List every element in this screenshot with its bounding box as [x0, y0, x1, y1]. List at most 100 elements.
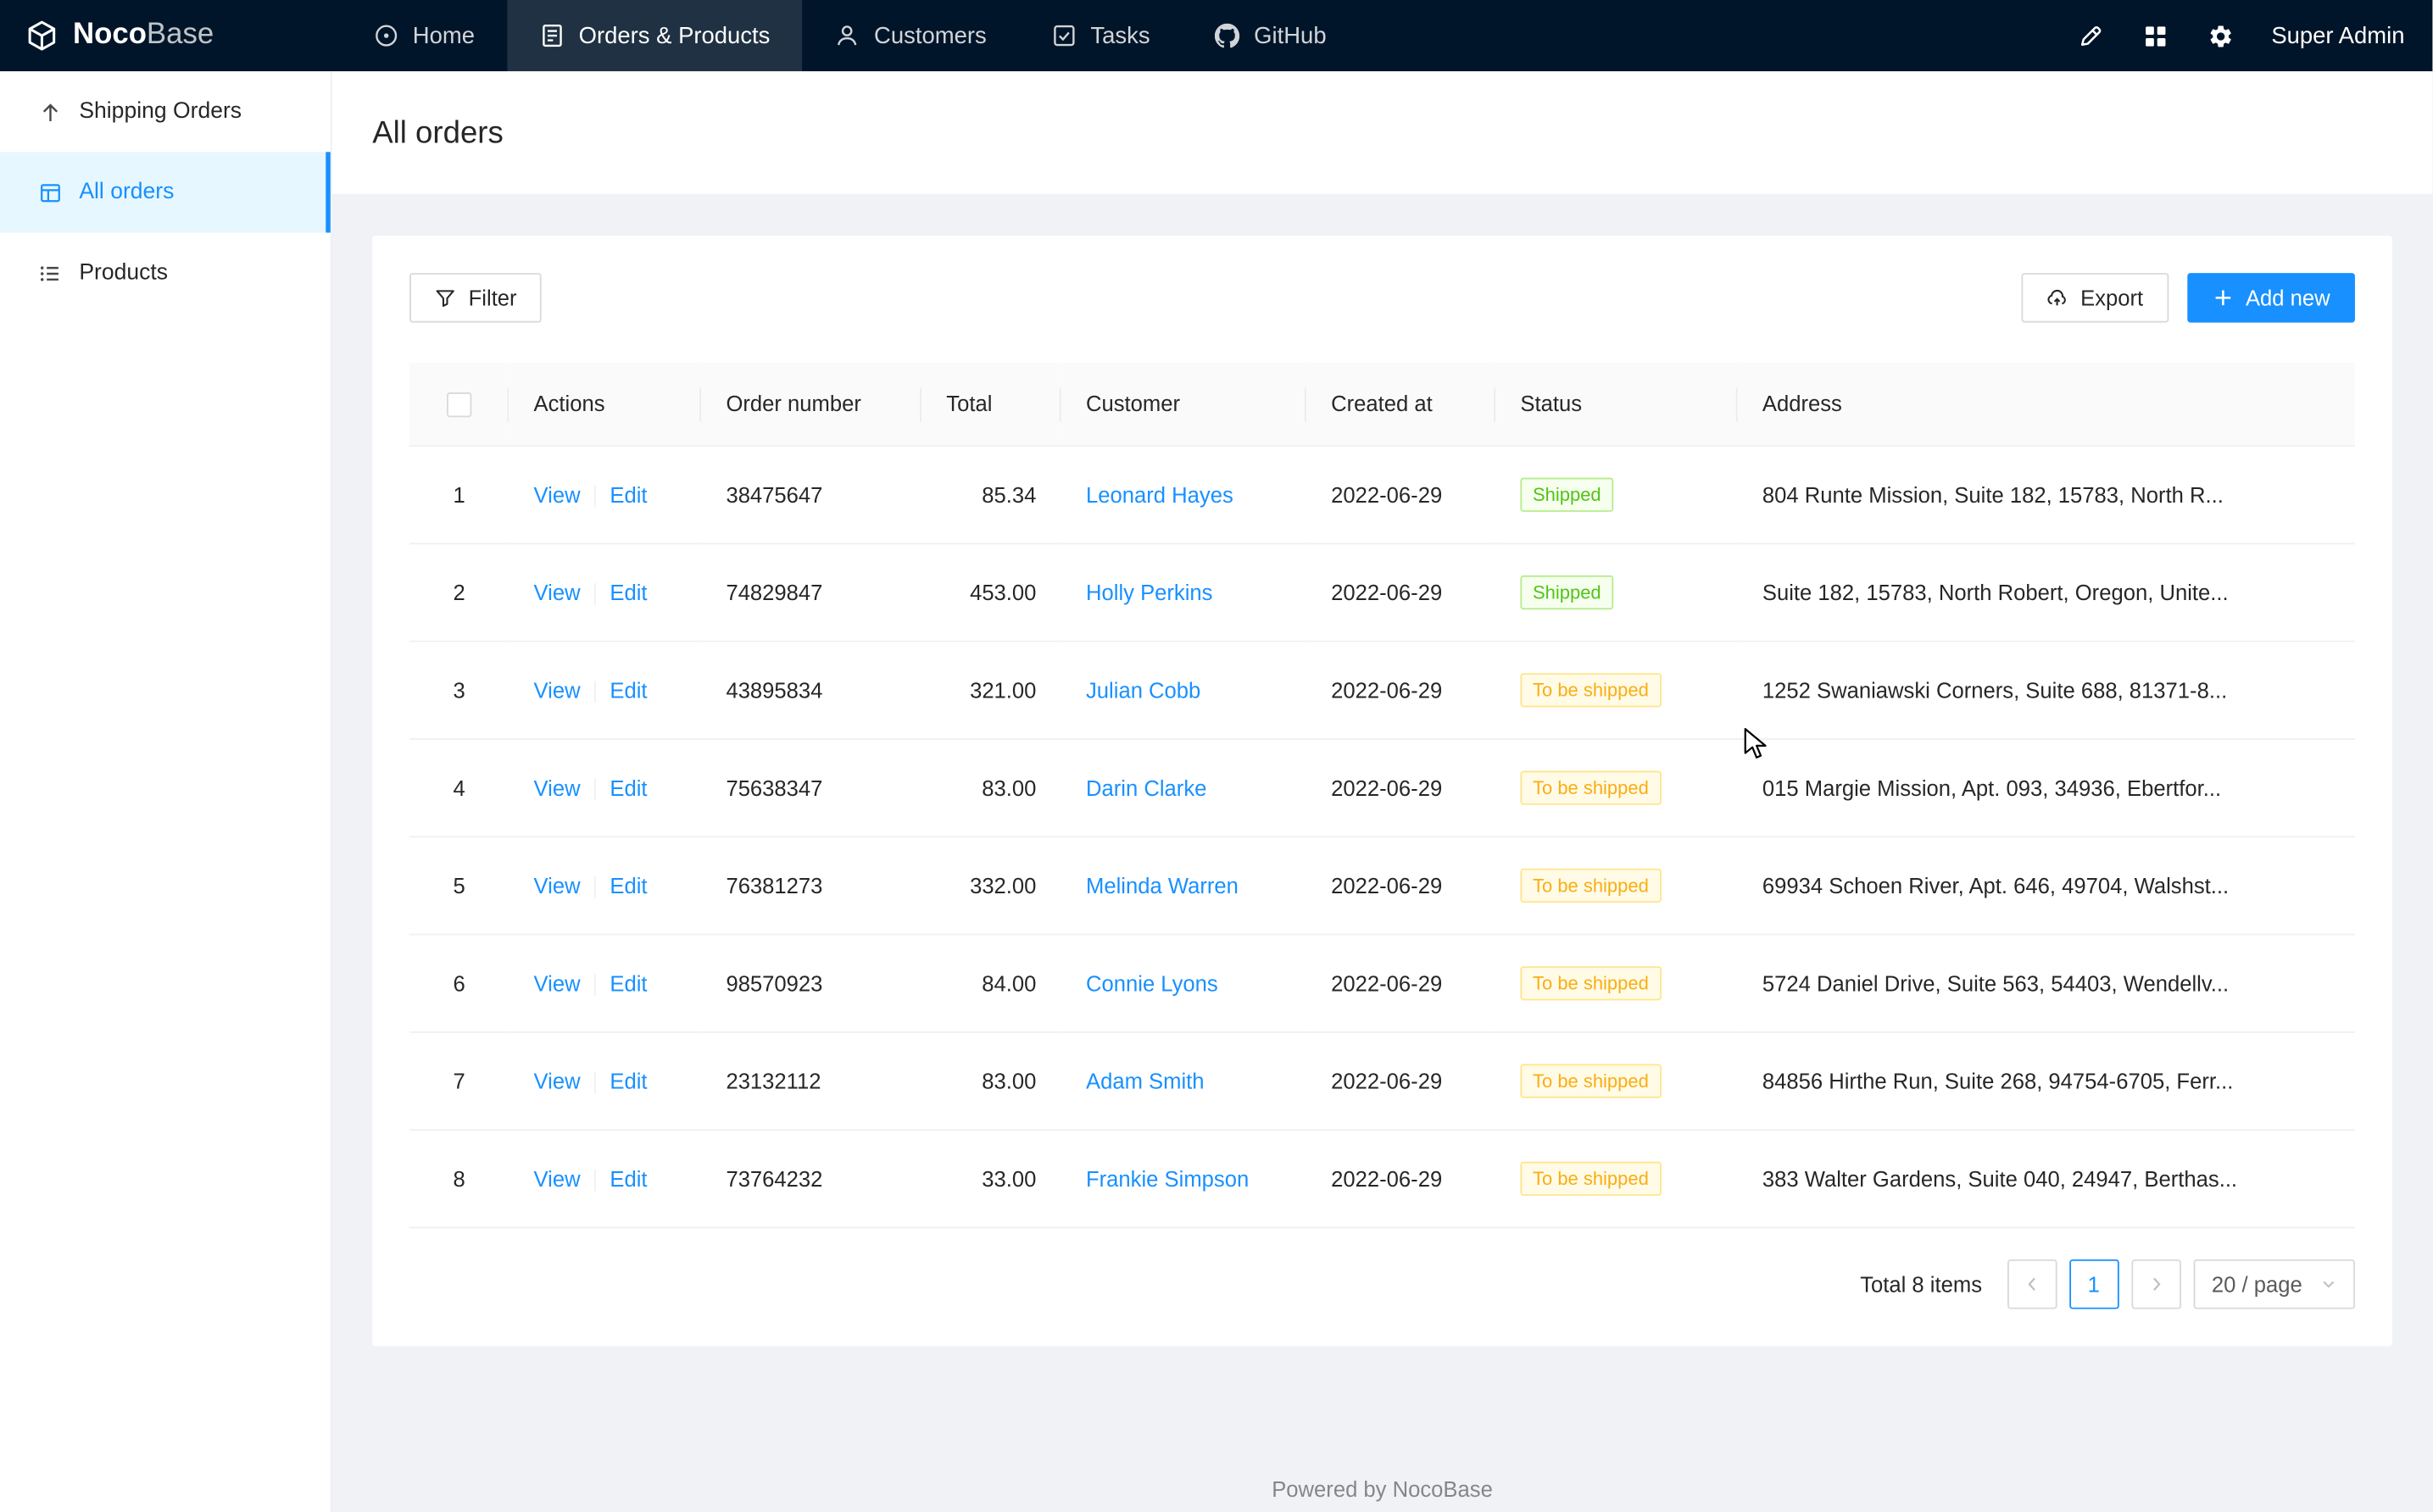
customer-link[interactable]: Holly Perkins: [1086, 580, 1213, 604]
column-header-actions: Actions: [509, 363, 701, 446]
edit-link[interactable]: Edit: [610, 1068, 647, 1092]
export-button-label: Export: [2080, 286, 2143, 310]
row-index: 1: [454, 481, 465, 506]
add-new-button[interactable]: Add new: [2186, 273, 2355, 323]
edit-link[interactable]: Edit: [610, 775, 647, 799]
select-all-checkbox[interactable]: [447, 393, 471, 418]
table-row: 5 ViewEdit 76381273 332.00 Melinda Warre…: [409, 837, 2355, 934]
customer-link[interactable]: Julian Cobb: [1086, 677, 1200, 702]
pagination-page-1[interactable]: 1: [2069, 1259, 2119, 1309]
address-cell: 5724 Daniel Drive, Suite 563, 54403, Wen…: [1738, 935, 2355, 1032]
status-badge: To be shipped: [1520, 966, 1661, 1000]
toolbar-right: Export Add new: [2022, 273, 2355, 323]
user-menu[interactable]: Super Admin: [2271, 23, 2404, 49]
nav-item-label: Home: [413, 23, 475, 49]
add-new-button-label: Add new: [2246, 286, 2330, 310]
edit-link[interactable]: Edit: [610, 580, 647, 604]
mouse-cursor: [1744, 727, 1767, 759]
total-cell: 453.00: [921, 543, 1061, 641]
filter-button[interactable]: Filter: [409, 273, 542, 323]
order-number-cell: 75638347: [701, 739, 921, 837]
sidebar: Shipping Orders All orders Products: [0, 71, 332, 1512]
table-row: 7 View Edit 23132112 83.00 Adam Smith 202…: [409, 1032, 2355, 1130]
page-size-select[interactable]: 20 / page: [2193, 1259, 2355, 1309]
filter-funnel-icon: [434, 287, 456, 309]
table-row: 2 ViewEdit 74829847 453.00 Holly Perkins…: [409, 543, 2355, 641]
customer-link[interactable]: Adam Smith: [1086, 1068, 1205, 1092]
ui-editor-button[interactable]: [2063, 9, 2116, 62]
plugins-button[interactable]: [2129, 9, 2181, 62]
footer: Powered by NocoBase: [332, 1476, 2433, 1501]
view-link[interactable]: View: [534, 481, 581, 506]
edit-link[interactable]: Edit: [610, 677, 647, 702]
nav-item-orders-products[interactable]: Orders & Products: [507, 0, 802, 71]
content-area: Filter Export Add new: [332, 194, 2433, 1347]
total-cell: 332.00: [921, 837, 1061, 934]
created-at-cell: 2022-06-29: [1306, 446, 1495, 543]
sidebar-item-products[interactable]: Products: [0, 233, 331, 314]
nav-item-github[interactable]: GitHub: [1183, 0, 1359, 71]
order-number-cell: 76381273: [701, 837, 921, 934]
row-index: 7: [454, 1068, 465, 1092]
total-cell: 33.00: [921, 1130, 1061, 1227]
column-header-total: Total: [921, 363, 1061, 446]
nav-item-home[interactable]: Home: [342, 0, 508, 71]
created-at-cell: 2022-06-29: [1306, 642, 1495, 739]
edit-link[interactable]: Edit: [610, 1165, 647, 1190]
table-icon: [39, 181, 62, 203]
customer-link[interactable]: Frankie Simpson: [1086, 1165, 1249, 1190]
edit-link[interactable]: Edit: [610, 872, 647, 897]
page-title: All orders: [372, 112, 2392, 155]
column-header-customer: Customer: [1061, 363, 1306, 446]
customer-link[interactable]: Melinda Warren: [1086, 872, 1239, 897]
nav-item-label: GitHub: [1254, 23, 1326, 49]
nav-item-tasks[interactable]: Tasks: [1019, 0, 1183, 71]
customer-link[interactable]: Darin Clarke: [1086, 775, 1206, 799]
nav-item-label: Customers: [874, 23, 987, 49]
view-link[interactable]: View: [534, 775, 581, 799]
action-divider: [594, 1169, 596, 1191]
view-link[interactable]: View: [534, 970, 581, 995]
top-navbar: NocoBase Home Orders & Products Customer…: [0, 0, 2432, 71]
view-link[interactable]: View: [534, 1068, 581, 1092]
sidebar-item-label: All orders: [79, 180, 174, 204]
action-divider: [594, 974, 596, 996]
orders-table: Actions Order number Total Customer Crea…: [409, 363, 2355, 1228]
table-toolbar: Filter Export Add new: [409, 273, 2355, 323]
main-nav: Home Orders & Products Customers Tasks G…: [342, 0, 1359, 71]
order-number-cell: 23132112: [701, 1032, 921, 1130]
total-cell: 84.00: [921, 935, 1061, 1032]
sidebar-item-shipping-orders[interactable]: Shipping Orders: [0, 71, 331, 152]
view-link[interactable]: View: [534, 677, 581, 702]
grid-squares-icon: [2142, 23, 2169, 49]
created-at-cell: 2022-06-29: [1306, 1032, 1495, 1130]
created-at-cell: 2022-06-29: [1306, 1130, 1495, 1227]
pagination-total: Total 8 items: [1860, 1272, 1982, 1297]
tasks-icon: [1052, 23, 1077, 47]
sidebar-item-label: Products: [79, 260, 168, 285]
view-link[interactable]: View: [534, 580, 581, 604]
table-row: 6 ViewEdit 98570923 84.00 Connie Lyons 2…: [409, 935, 2355, 1032]
export-button[interactable]: Export: [2022, 273, 2169, 323]
orders-table-body: 1 ViewEdit 38475647 85.34 Leonard Hayes …: [409, 446, 2355, 1227]
created-at-cell: 2022-06-29: [1306, 739, 1495, 837]
navbar-actions: Super Admin: [2063, 0, 2432, 71]
total-cell: 83.00: [921, 1032, 1061, 1130]
customer-link[interactable]: Leonard Hayes: [1086, 481, 1233, 506]
view-link[interactable]: View: [534, 872, 581, 897]
address-cell: 84856 Hirthe Run, Suite 268, 94754-6705,…: [1738, 1032, 2355, 1130]
logo[interactable]: NocoBase: [0, 0, 332, 71]
pagination-prev-button[interactable]: [2007, 1259, 2057, 1309]
edit-link[interactable]: Edit: [610, 970, 647, 995]
view-link[interactable]: View: [534, 1165, 581, 1190]
order-number-cell: 74829847: [701, 543, 921, 641]
select-all-header: [409, 363, 509, 446]
pagination-next-button[interactable]: [2131, 1259, 2181, 1309]
customers-icon: [835, 23, 860, 47]
edit-link[interactable]: Edit: [610, 481, 647, 506]
nav-item-customers[interactable]: Customers: [803, 0, 1019, 71]
table-header-row: Actions Order number Total Customer Crea…: [409, 363, 2355, 446]
sidebar-item-all-orders[interactable]: All orders: [0, 152, 331, 232]
settings-button[interactable]: [2194, 9, 2246, 62]
customer-link[interactable]: Connie Lyons: [1086, 970, 1218, 995]
